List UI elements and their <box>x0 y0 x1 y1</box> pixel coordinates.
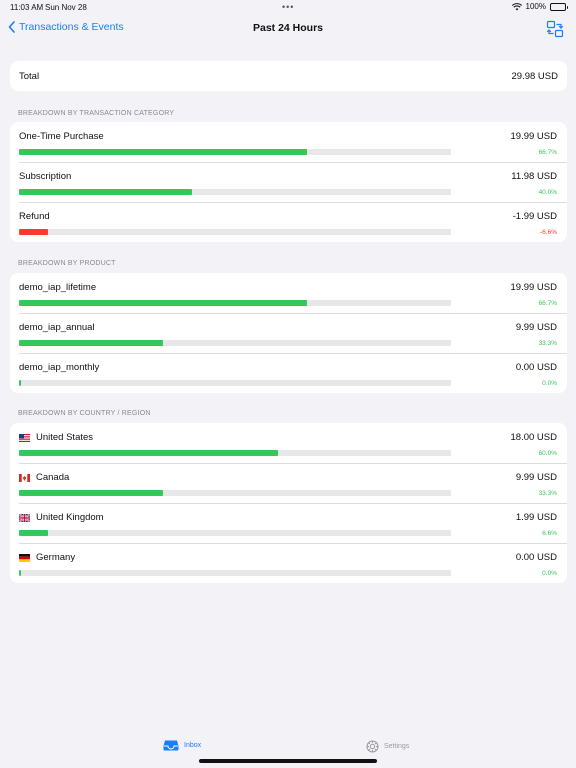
row-percent: 40.0% <box>538 189 557 196</box>
progress-bar <box>19 189 192 195</box>
progress-track <box>19 570 451 576</box>
row-percent: 0.0% <box>542 570 557 577</box>
row-label: Subscription <box>19 171 72 182</box>
category-card: One-Time Purchase 19.99 USD 66.7% Subscr… <box>10 122 567 242</box>
row-percent: 6.6% <box>542 530 557 537</box>
row-amount: 9.99 USD <box>515 322 557 333</box>
us-flag-icon <box>19 433 30 442</box>
tab-inbox[interactable]: Inbox <box>163 740 201 751</box>
row-amount: 0.00 USD <box>515 552 557 563</box>
row-amount: 9.99 USD <box>515 472 557 483</box>
row-amount: -1.99 USD <box>512 211 557 222</box>
tab-inbox-label: Inbox <box>184 742 202 749</box>
row-label: United States <box>36 432 94 443</box>
row-percent: 60.0% <box>538 450 557 457</box>
battery-percent: 100% <box>525 2 546 11</box>
progress-bar <box>19 380 21 386</box>
row-label: demo_iap_annual <box>19 322 95 333</box>
total-row: Total 29.98 USD <box>10 61 567 91</box>
row-amount: 1.99 USD <box>515 512 557 523</box>
germany-flag-icon <box>19 553 30 562</box>
row-amount: 11.98 USD <box>511 171 557 182</box>
progress-bar <box>19 229 48 235</box>
progress-track <box>19 229 451 235</box>
row-percent: 33.3% <box>538 490 557 497</box>
row-label: Refund <box>19 211 50 222</box>
progress-bar <box>19 450 279 456</box>
inbox-tray-icon <box>163 740 179 751</box>
breakdown-row[interactable]: demo_iap_lifetime 19.99 USD 66.7% <box>10 273 567 313</box>
progress-track <box>19 149 451 155</box>
breakdown-row[interactable]: Refund -1.99 USD -6.6% <box>10 202 567 242</box>
row-amount: 0.00 USD <box>515 362 557 373</box>
row-percent: -6.6% <box>540 229 557 236</box>
breakdown-row[interactable]: Subscription 11.98 USD 40.0% <box>10 162 567 202</box>
breakdown-row[interactable]: demo_iap_monthly 0.00 USD 0.0% <box>10 353 567 393</box>
progress-bar <box>19 530 48 536</box>
section-header-category: BREAKDOWN BY TRANSACTION CATEGORY <box>18 110 175 117</box>
progress-track <box>19 340 451 346</box>
breakdown-row[interactable]: Germany 0.00 USD 0.0% <box>10 543 567 583</box>
breakdown-row[interactable]: demo_iap_annual 9.99 USD 33.3% <box>10 313 567 353</box>
row-label: demo_iap_monthly <box>19 362 100 373</box>
multitasking-dots[interactable]: ••• <box>282 2 294 12</box>
progress-bar <box>19 149 308 155</box>
progress-track <box>19 380 451 386</box>
row-label: Canada <box>36 472 70 483</box>
status-right: 100% <box>511 2 568 11</box>
row-label: United Kingdom <box>36 512 104 523</box>
progress-track <box>19 189 451 195</box>
row-label: Germany <box>36 552 76 563</box>
row-percent: 0.0% <box>542 380 557 387</box>
navigation-bar: Transactions & Events Past 24 Hours <box>0 14 576 44</box>
uk-flag-icon <box>19 513 30 522</box>
progress-bar <box>19 340 163 346</box>
tab-bar: Inbox Settings <box>0 734 576 768</box>
progress-bar <box>19 300 308 306</box>
tab-settings-label: Settings <box>384 743 410 750</box>
progress-track <box>19 450 451 456</box>
row-percent: 66.7% <box>538 149 557 156</box>
progress-track <box>19 300 451 306</box>
status-date: Sun Nov 28 <box>45 3 87 12</box>
breakdown-row[interactable]: Canada 9.99 USD 33.3% <box>10 463 567 503</box>
total-card: Total 29.98 USD <box>10 61 567 91</box>
battery-icon <box>550 2 568 11</box>
row-percent: 33.3% <box>538 340 557 347</box>
home-indicator[interactable] <box>199 759 377 763</box>
progress-track <box>19 530 451 536</box>
row-label: One-Time Purchase <box>19 131 104 142</box>
wifi-icon <box>511 2 522 10</box>
gear-icon <box>366 740 379 753</box>
row-amount: 19.99 USD <box>510 282 557 293</box>
status-bar: 11:03 AM Sun Nov 28 ••• 100% <box>0 0 576 14</box>
breakdown-row[interactable]: United Kingdom 1.99 USD 6.6% <box>10 503 567 543</box>
progress-bar <box>19 490 163 496</box>
row-percent: 66.7% <box>538 300 557 307</box>
tab-settings[interactable]: Settings <box>366 740 409 753</box>
row-amount: 18.00 USD <box>510 432 557 443</box>
product-card: demo_iap_lifetime 19.99 USD 66.7% demo_i… <box>10 273 567 393</box>
total-amount: 29.98 USD <box>511 70 558 82</box>
section-header-product: BREAKDOWN BY PRODUCT <box>18 260 116 267</box>
page-title: Past 24 Hours <box>252 22 324 34</box>
breakdown-row[interactable]: One-Time Purchase 19.99 USD 66.7% <box>10 122 567 162</box>
section-header-country: BREAKDOWN BY COUNTRY / REGION <box>18 410 151 417</box>
total-label: Total <box>19 70 40 82</box>
country-card: United States 18.00 USD 60.0% Canada 9.9… <box>10 423 567 583</box>
progress-bar <box>19 570 21 576</box>
row-amount: 19.99 USD <box>510 131 557 142</box>
breakdown-row[interactable]: United States 18.00 USD 60.0% <box>10 423 567 463</box>
row-label: demo_iap_lifetime <box>19 282 97 293</box>
switch-view-icon[interactable] <box>546 20 564 38</box>
progress-track <box>19 490 451 496</box>
status-time: 11:03 AM <box>10 3 44 12</box>
canada-flag-icon <box>19 473 30 482</box>
